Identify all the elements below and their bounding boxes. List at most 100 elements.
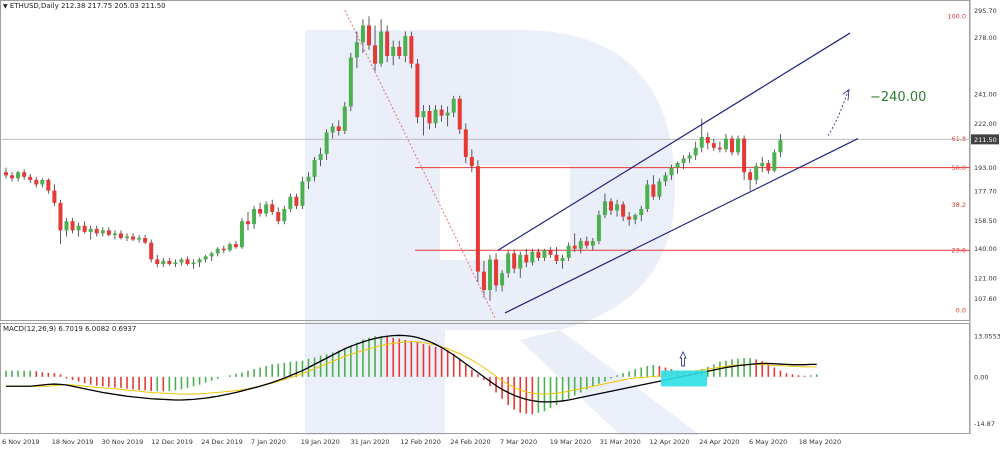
candle-body xyxy=(433,109,438,124)
candle-body xyxy=(28,176,33,180)
candle-body xyxy=(730,138,734,153)
candle-body xyxy=(469,156,474,167)
price-axis: 107.60 121.00 140.00 158.50 177.70 193.00 222.… xyxy=(971,7,999,303)
macd-tick-label: -14.87 xyxy=(974,420,995,428)
candle-body xyxy=(578,241,583,249)
candle-body xyxy=(766,163,771,171)
date-tick-label: 24 Feb 2020 xyxy=(450,438,490,446)
candle-body xyxy=(621,204,626,217)
candle-body xyxy=(82,225,87,232)
candle-body xyxy=(16,172,21,179)
date-tick-label: 18 May 2020 xyxy=(799,438,841,446)
candle-body xyxy=(239,221,244,248)
candle-body xyxy=(330,126,335,133)
date-tick-label: 12 Dec 2019 xyxy=(151,438,193,446)
price-tick-label: 140.00 xyxy=(974,245,997,253)
price-tick-label: 107.60 xyxy=(974,295,997,303)
symbol-dropdown-icon[interactable]: ▼ xyxy=(3,3,8,10)
candle-body xyxy=(445,112,450,116)
candle-body xyxy=(342,106,347,131)
candle-body xyxy=(312,160,317,177)
candle-body xyxy=(282,208,287,222)
price-tick-label: 193.00 xyxy=(974,164,997,172)
date-tick-label: 19 Mar 2020 xyxy=(550,438,591,446)
candle-body xyxy=(379,31,384,64)
date-tick-label: 19 Jan 2020 xyxy=(301,438,340,446)
date-tick-label: 18 Nov 2019 xyxy=(52,438,94,446)
candle-body xyxy=(705,137,710,144)
current-price-label: 211.50 xyxy=(974,136,997,144)
chart-window[interactable]: 100.0 61.8 50.0 38.2 23.6 0.0 −240.00 107.60 1… xyxy=(0,0,1000,449)
candle-body xyxy=(221,248,226,251)
price-tick-label: 278.00 xyxy=(974,34,997,42)
candle-body xyxy=(602,201,607,216)
candle-body xyxy=(439,109,444,116)
candle-body xyxy=(336,126,341,131)
date-tick-label: 24 Dec 2019 xyxy=(201,438,243,446)
candle-body xyxy=(94,228,99,234)
candle-body xyxy=(22,172,27,177)
candle-body xyxy=(748,172,753,180)
macd-parameters: MACD(12,26,9) 6.7019 6.0082 0.6937 xyxy=(3,325,137,333)
chart-canvas[interactable]: 100.061.850.038.223.60.0 −240.00 107.601… xyxy=(0,0,1000,449)
candle-body xyxy=(645,184,650,209)
candle-body xyxy=(252,208,257,225)
candle-body xyxy=(657,181,662,197)
candle-body xyxy=(143,238,148,243)
candle-body xyxy=(233,244,238,248)
candle-body xyxy=(264,204,269,214)
candle-body xyxy=(530,251,535,263)
candle-body xyxy=(772,152,777,171)
price-tick-label: 177.70 xyxy=(974,188,997,196)
candle-body xyxy=(112,233,117,235)
date-tick-label: 12 Feb 2020 xyxy=(400,438,440,446)
candle-body xyxy=(693,147,698,156)
candle-body xyxy=(270,204,275,212)
candle-body xyxy=(125,236,129,238)
candle-body xyxy=(348,57,353,107)
date-tick-label: 7 Mar 2020 xyxy=(500,438,537,446)
price-tick-label: 222.00 xyxy=(974,120,997,128)
target-arrow-path xyxy=(827,91,849,136)
macd-indicator: 13.0553 0.00 -14.87 xyxy=(5,333,1000,428)
candle-body xyxy=(258,208,263,214)
candle-body xyxy=(463,129,468,157)
candle-body xyxy=(227,244,232,251)
candle-body xyxy=(288,196,293,209)
candle-body xyxy=(246,221,250,225)
macd-tick-label: 13.0553 xyxy=(974,333,1000,341)
candle-body xyxy=(651,184,656,197)
candle-body xyxy=(615,204,620,211)
candle-body xyxy=(687,155,692,159)
candle-body xyxy=(155,259,160,264)
fib-level-label: 50.0 xyxy=(952,164,966,172)
candle-body xyxy=(488,259,492,290)
target-price-label: −240.00 xyxy=(870,90,926,105)
fib-level-label: 23.6 xyxy=(952,247,966,255)
price-tick-label: 295.70 xyxy=(974,7,997,15)
candle-body xyxy=(760,163,765,167)
candle-body xyxy=(106,230,111,235)
chart-header: ▼ ETHUSD,Daily 212.38 217.75 205.03 211.… xyxy=(3,2,166,10)
chart-symbol-title: ETHUSD,Daily xyxy=(9,2,59,10)
candle-body xyxy=(566,245,571,258)
macd-highlight-box xyxy=(661,370,707,387)
candle-body xyxy=(524,254,529,263)
candle-body xyxy=(34,179,39,185)
candle-body xyxy=(554,254,559,261)
date-tick-label: 7 Jan 2020 xyxy=(251,438,286,446)
candle-body xyxy=(542,250,547,258)
date-tick-label: 31 Jan 2020 xyxy=(351,438,390,446)
candle-body xyxy=(46,179,51,191)
candle-body xyxy=(736,138,741,153)
candle-body xyxy=(778,140,783,153)
date-tick-label: 6 May 2020 xyxy=(749,438,787,446)
candle-body xyxy=(10,175,15,179)
candle-body xyxy=(409,36,414,64)
candle-body xyxy=(427,111,432,124)
candle-body xyxy=(300,181,305,206)
candle-body xyxy=(276,212,281,222)
up-arrow-icon xyxy=(679,350,687,367)
candle-body xyxy=(754,166,759,180)
macd-tick-label: 0.00 xyxy=(974,373,988,381)
